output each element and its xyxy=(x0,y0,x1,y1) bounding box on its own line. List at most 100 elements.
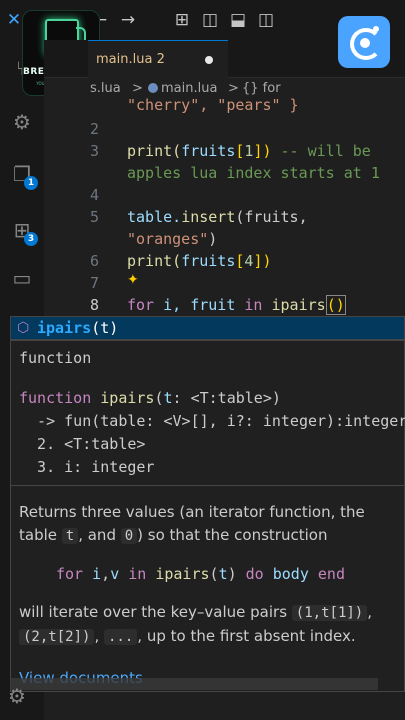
code-text: i xyxy=(92,565,102,583)
toggle-secondary-sidebar-icon[interactable]: ◫ xyxy=(256,10,276,30)
desc-text: , up to the first absent index. xyxy=(137,627,356,645)
code-line: "oranges") xyxy=(127,230,217,248)
line-number: 2 xyxy=(89,120,99,138)
code-text: v xyxy=(110,565,120,583)
forward-arrow-icon[interactable]: → xyxy=(118,10,138,30)
code-text: fruits xyxy=(181,142,236,160)
unsaved-dot-icon[interactable] xyxy=(205,56,213,64)
manage-gear-icon[interactable]: ⚙ xyxy=(8,684,26,708)
code-line: table.insert(fruits, xyxy=(127,208,308,226)
keyword-in: in xyxy=(244,296,263,314)
inline-code: (1,t[1]) xyxy=(291,605,368,621)
signature-line: function ipairs(t: <T:table>) xyxy=(19,389,281,407)
vscode-logo-icon: ✕ xyxy=(6,10,22,30)
signature-line: -> fun(table: <V>[], i?: integer):intege… xyxy=(19,412,405,430)
inline-code: t xyxy=(61,528,79,544)
code-text: ]) xyxy=(253,142,281,160)
code-text: i, fruit xyxy=(154,296,245,314)
code-text: ( xyxy=(154,389,164,407)
code-text: ipairs xyxy=(155,565,210,583)
desc-text: , xyxy=(94,627,100,645)
code-text: ipairs xyxy=(100,389,155,407)
inline-code: 0 xyxy=(120,528,138,544)
breadcrumb-file[interactable]: s.lua xyxy=(90,81,121,96)
code-comment: -- will be xyxy=(280,142,371,160)
code-string: "oranges" xyxy=(127,230,209,248)
description-paragraph: will iterate over the key–value pairs (1… xyxy=(19,601,399,649)
toggle-primary-sidebar-icon[interactable]: ◫ xyxy=(200,10,220,30)
tab-main-lua[interactable]: main.lua 2 xyxy=(88,40,228,78)
hover-documentation: function function ipairs(t: <T:table>) -… xyxy=(10,340,405,692)
code-text: t xyxy=(218,565,228,583)
toggle-panel-icon[interactable]: ⬓ xyxy=(228,10,248,30)
code-line-current: for i, fruit in ipairs() xyxy=(127,295,346,315)
divider xyxy=(11,485,405,486)
code-text: end xyxy=(317,565,345,583)
run-debug-icon[interactable]: ⚙ xyxy=(8,108,36,136)
code-text: ]) xyxy=(253,252,272,270)
extensions-icon[interactable]: ⊞ 3 xyxy=(8,216,38,246)
code-line: print(fruits[1]) -- will be xyxy=(127,142,371,160)
dot-icon xyxy=(360,38,370,48)
desc-text: , and xyxy=(78,526,121,544)
sparkle-icon[interactable]: ✦ xyxy=(127,272,139,288)
extensions-badge: 3 xyxy=(24,232,38,246)
code-text: for xyxy=(56,565,93,583)
code-text: insert xyxy=(181,208,236,226)
code-text: ipairs xyxy=(262,296,326,314)
signature-line: 3. i: integer xyxy=(19,458,155,476)
horizontal-scrollbar[interactable] xyxy=(10,678,378,690)
line-number: 7 xyxy=(89,274,99,292)
customize-layout-icon[interactable]: ⊞ xyxy=(172,10,192,30)
code-text: : <T:table>) xyxy=(172,389,281,407)
desc-text: , xyxy=(367,603,373,621)
code-text: function xyxy=(19,389,101,407)
inline-code: ... xyxy=(104,629,138,645)
breadcrumb-sep: > xyxy=(132,81,143,96)
code-line: print(fruits[4]) xyxy=(127,252,272,270)
tab-label: main.lua 2 xyxy=(96,52,165,67)
code-text: "cherry", "pears" } xyxy=(127,96,299,114)
code-text: t xyxy=(163,389,173,407)
desc-text: ) so that the construction xyxy=(137,526,328,544)
code-line: "cherry", "pears" } xyxy=(127,96,299,114)
app-logo xyxy=(338,16,390,68)
code-text: body xyxy=(272,565,318,583)
description-paragraph: Returns three values (an iterator functi… xyxy=(19,501,399,548)
line-number: 4 xyxy=(89,186,99,204)
inline-code: (2,t[2]) xyxy=(19,629,95,645)
line-number: 6 xyxy=(89,252,99,270)
example-code: for i,v in ipairs(t) do body end xyxy=(56,565,345,583)
remote-explorer-icon[interactable]: ▭ xyxy=(8,264,36,292)
explorer-badge: 1 xyxy=(24,176,38,190)
suggest-name: ipairs xyxy=(37,319,92,337)
breadcrumb-sep: > xyxy=(228,81,239,96)
method-cube-icon: ⬡ xyxy=(17,320,30,336)
breadcrumb-main[interactable]: main.lua xyxy=(148,81,217,96)
desc-text: will iterate over the key–value pairs xyxy=(19,603,292,621)
small-dot-icon xyxy=(373,26,379,32)
code-text: in xyxy=(128,565,156,583)
line-number: 3 xyxy=(89,142,99,160)
code-text: ) xyxy=(208,230,218,248)
signature-line: 2. <T:table> xyxy=(19,435,146,453)
breadcrumb-symbol[interactable]: {} for xyxy=(242,81,281,96)
line-number: 5 xyxy=(89,208,99,226)
explorer-icon[interactable]: ❐ 1 xyxy=(8,160,38,190)
suggest-widget[interactable]: ⬡ ipairs(t) xyxy=(10,316,405,340)
keyword-for: for xyxy=(127,296,155,314)
code-text: do xyxy=(245,565,273,583)
symbol-kind: function xyxy=(19,349,92,367)
lua-file-icon xyxy=(148,83,158,93)
suggest-item[interactable]: ipairs(t) xyxy=(37,319,118,337)
code-text: table. xyxy=(127,208,182,226)
suggest-args: (t) xyxy=(91,319,119,337)
code-text: fruits xyxy=(181,252,236,270)
line-number: 8 xyxy=(89,296,99,314)
code-comment: apples lua index starts at 1 xyxy=(127,164,380,182)
paren-cursor: () xyxy=(325,295,346,315)
breadcrumb-main-label: main.lua xyxy=(161,81,218,96)
code-editor[interactable]: "cherry", "pears" } 2 3 print(fruits[1])… xyxy=(44,96,405,318)
code-text: print( xyxy=(127,252,182,270)
code-text: print( xyxy=(127,142,182,160)
